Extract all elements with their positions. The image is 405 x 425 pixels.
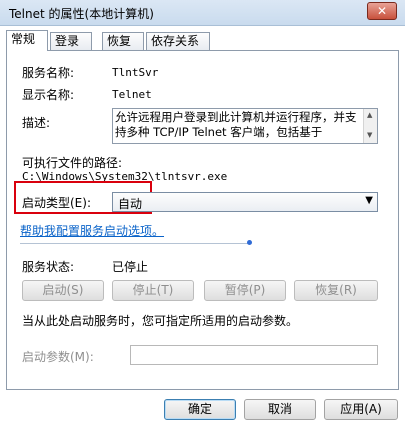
chevron-down-icon: ▼	[365, 195, 373, 206]
ok-button[interactable]: 确定	[164, 399, 236, 420]
startup-params-hint: 当从此处启动服务时，您可指定所适用的启动参数。	[22, 314, 299, 328]
tab-logon[interactable]: 登录	[50, 32, 92, 50]
divider	[20, 243, 248, 244]
startup-params-label: 启动参数(M):	[22, 350, 94, 364]
divider-dot	[247, 240, 252, 245]
startup-type-label: 启动类型(E):	[22, 196, 91, 210]
path-label: 可执行文件的路径:	[22, 156, 123, 170]
tab-dependencies[interactable]: 依存关系	[146, 32, 210, 50]
scroll-up-icon[interactable]: ▲	[367, 111, 372, 119]
tab-general[interactable]: 常规	[6, 30, 48, 51]
service-status-value: 已停止	[112, 260, 149, 274]
service-name-value: TlntSvr	[112, 66, 159, 79]
resume-button[interactable]: 恢复(R)	[294, 280, 378, 301]
help-link[interactable]: 帮助我配置服务启动选项。	[20, 222, 164, 239]
tab-recovery[interactable]: 恢复	[102, 32, 144, 50]
cancel-button[interactable]: 取消	[244, 399, 316, 420]
close-button[interactable]: ✕	[367, 2, 397, 20]
stop-button[interactable]: 停止(T)	[112, 280, 194, 301]
pause-button[interactable]: 暂停(P)	[204, 280, 286, 301]
description-label: 描述:	[22, 116, 51, 130]
startup-type-value: 自动	[118, 197, 143, 211]
scroll-down-icon[interactable]: ▼	[367, 131, 372, 139]
description-scrollbar[interactable]: ▲ ▼	[363, 109, 377, 143]
close-icon: ✕	[376, 4, 388, 18]
startup-type-select[interactable]: 自动 ▼	[112, 192, 378, 212]
window-title: Telnet 的属性(本地计算机)	[9, 7, 154, 21]
display-name-value: Telnet	[112, 88, 152, 101]
apply-button[interactable]: 应用(A)	[324, 399, 398, 420]
start-button[interactable]: 启动(S)	[22, 280, 104, 301]
service-status-label: 服务状态:	[22, 260, 75, 274]
startup-params-input[interactable]	[130, 345, 378, 365]
description-text: 允许远程用户登录到此计算机并运行程序，并支持多种 TCP/IP Telnet 客…	[115, 110, 357, 139]
title-bar: Telnet 的属性(本地计算机) ✕	[0, 0, 405, 26]
display-name-label: 显示名称:	[22, 88, 75, 102]
service-name-label: 服务名称:	[22, 66, 75, 80]
description-box[interactable]: 允许远程用户登录到此计算机并运行程序，并支持多种 TCP/IP Telnet 客…	[112, 108, 378, 144]
